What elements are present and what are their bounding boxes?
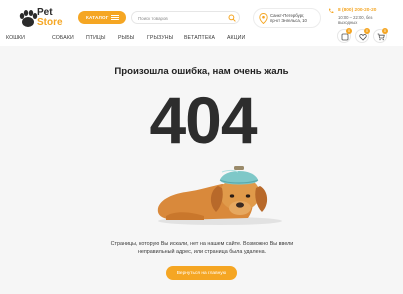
logo-text: Pet Store: [37, 8, 63, 28]
phone-icon: [328, 8, 334, 14]
header: Pet Store КАТАЛОГ Санкт-Петербург, пр-кт…: [0, 0, 403, 46]
sad-dog-illustration: [157, 166, 282, 225]
location-selector[interactable]: Санкт-Петербург, пр-кт Энгельса, 10: [253, 8, 321, 28]
nav-item-rodents[interactable]: ГРЫЗУНЫ: [147, 35, 173, 41]
cart-icon: [377, 33, 385, 41]
catalog-button[interactable]: КАТАЛОГ: [78, 11, 126, 24]
cart-button[interactable]: 0: [373, 28, 388, 43]
compare-icon: [341, 33, 349, 41]
location-address: пр-кт Энгельса, 10: [270, 18, 307, 23]
search-box: [131, 11, 240, 24]
error-title: Произошла ошибка, нам очень жаль: [114, 66, 289, 77]
work-hours: 10:00 – 22:00, без выходных: [338, 15, 372, 25]
logo[interactable]: Pet Store: [17, 6, 63, 32]
compare-button[interactable]: 0: [337, 28, 352, 43]
phone-number[interactable]: 8 (800) 200-20-20: [338, 8, 376, 13]
favorites-count: 0: [364, 28, 370, 34]
location-text: Санкт-Петербург, пр-кт Энгельса, 10: [270, 13, 320, 23]
back-to-home-button[interactable]: Вернуться на главную: [166, 266, 237, 280]
nav-item-fish[interactable]: РЫБЫ: [118, 35, 134, 41]
nav-item-vet-pharmacy[interactable]: ВЕТАПТЕКА: [184, 35, 215, 41]
menu-icon: [111, 15, 119, 20]
nav-item-promotions[interactable]: АКЦИИ: [227, 35, 245, 41]
nav-item-cats[interactable]: КОШКИ: [6, 35, 25, 41]
heart-icon: [359, 34, 367, 41]
error-description-line1: Страницы, которую Вы искали, нет на наше…: [110, 241, 294, 247]
nav-item-dogs[interactable]: СОБАКИ: [52, 35, 74, 41]
map-pin-icon: [259, 13, 268, 24]
error-description: Страницы, которую Вы искали, нет на наше…: [90, 240, 314, 256]
compare-count: 0: [346, 28, 352, 34]
cart-count: 0: [382, 28, 388, 34]
work-hours-line2: выходных: [338, 20, 358, 25]
error-code: 404: [149, 83, 257, 157]
back-to-home-label: Вернуться на главную: [176, 270, 227, 276]
paw-logo-icon: [19, 10, 38, 27]
favorites-button[interactable]: 0: [355, 28, 370, 43]
search-input[interactable]: [138, 15, 224, 21]
error-description-line2: неправильный адрес, или страница была уд…: [137, 249, 267, 255]
catalog-button-label: КАТАЛОГ: [86, 15, 109, 20]
search-icon[interactable]: [228, 14, 236, 22]
user-actions: 0 0 0: [334, 28, 394, 45]
logo-text-store: Store: [37, 17, 63, 28]
nav-item-birds[interactable]: ПТИЦЫ: [86, 35, 106, 41]
